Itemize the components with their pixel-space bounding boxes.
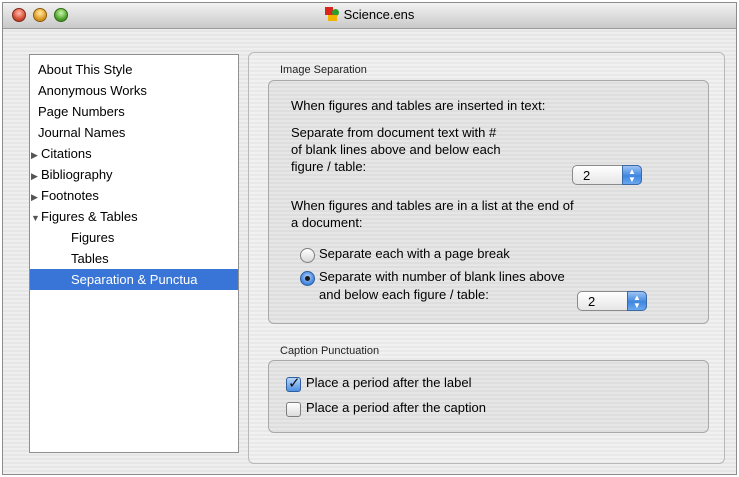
sidebar-item-anonymous-works[interactable]: Anonymous Works xyxy=(30,80,238,101)
sidebar-item-label: Figures xyxy=(71,230,115,245)
sidebar-item-citations[interactable]: ▶ Citations xyxy=(30,143,238,164)
title-bar[interactable]: Science.ens xyxy=(3,3,736,29)
window: Science.ens About This Style Anonymous W… xyxy=(2,2,737,475)
sidebar-item-label: Tables xyxy=(71,251,109,266)
style-sections-list[interactable]: About This Style Anonymous Works Page Nu… xyxy=(29,54,239,453)
window-title: Science.ens xyxy=(343,7,415,22)
blank-lines-radio-label-1[interactable]: Separate with number of blank lines abov… xyxy=(319,269,565,284)
list-blank-lines-value: 2 xyxy=(588,294,596,309)
sidebar-item-figures-tables[interactable]: ▼Figures & Tables xyxy=(30,206,238,227)
sidebar-item-label: Anonymous Works xyxy=(38,83,147,98)
sidebar-item-label: About This Style xyxy=(38,62,133,77)
disclosure-triangle-expanded-icon[interactable]: ▼ xyxy=(30,208,41,227)
sidebar-item-label: Citations xyxy=(41,146,92,161)
popup-arrows-icon: ▲ ▼ xyxy=(622,165,642,185)
caption-punctuation-title: Caption Punctuation xyxy=(280,345,380,357)
checkmark-icon: ✓ xyxy=(288,375,301,392)
sidebar-item-tables[interactable]: Tables xyxy=(30,248,238,269)
sidebar-item-figures[interactable]: Figures xyxy=(30,227,238,248)
period-after-caption-checkbox[interactable] xyxy=(286,402,301,417)
blank-lines-radio-label-2[interactable]: and below each figure / table: xyxy=(319,287,489,302)
inserted-blank-lines-value: 2 xyxy=(583,168,591,183)
sidebar-item-bibliography[interactable]: ▶ Bibliography xyxy=(30,164,238,185)
sidebar-item-label: Bibliography xyxy=(41,167,113,182)
sidebar-item-label: Journal Names xyxy=(38,125,126,140)
period-after-caption-text[interactable]: Place a period after the caption xyxy=(306,400,486,415)
list-heading-line1: When figures and tables are in a list at… xyxy=(291,198,574,213)
settings-panel: Image Separation When figures and tables… xyxy=(248,52,725,464)
sidebar-item-separation-punctuation[interactable]: Separation & Punctua xyxy=(30,269,238,290)
period-after-label-text[interactable]: Place a period after the label xyxy=(306,375,472,390)
sidebar-item-journal-names[interactable]: Journal Names xyxy=(30,122,238,143)
inserted-line2: of blank lines above and below each xyxy=(291,142,501,157)
sidebar-item-label: Page Numbers xyxy=(38,104,125,119)
window-title-wrap: Science.ens xyxy=(3,7,736,22)
blank-lines-radio[interactable] xyxy=(300,271,315,286)
page-break-radio-label[interactable]: Separate each with a page break xyxy=(319,246,510,261)
image-separation-group: When figures and tables are inserted in … xyxy=(268,80,709,324)
disclosure-triangle-icon[interactable]: ▶ xyxy=(30,187,41,206)
inserted-line3: figure / table: xyxy=(291,159,367,174)
disclosure-triangle-icon[interactable]: ▶ xyxy=(30,145,41,164)
list-heading-line2: a document: xyxy=(291,215,363,230)
period-after-label-checkbox[interactable]: ✓ xyxy=(286,375,301,392)
sidebar-item-page-numbers[interactable]: Page Numbers xyxy=(30,101,238,122)
sidebar-item-about-this-style[interactable]: About This Style xyxy=(30,59,238,80)
inserted-blank-lines-popup[interactable]: 2 ▲ ▼ xyxy=(572,165,642,185)
inserted-line1: Separate from document text with # xyxy=(291,125,497,140)
popup-arrows-icon: ▲ ▼ xyxy=(627,291,647,311)
caption-punctuation-group: ✓ Place a period after the label Place a… xyxy=(268,360,709,433)
sidebar-item-label: Figures & Tables xyxy=(41,209,138,224)
disclosure-triangle-icon[interactable]: ▶ xyxy=(30,166,41,185)
sidebar-item-label: Separation & Punctua xyxy=(71,272,198,287)
image-separation-title: Image Separation xyxy=(280,64,367,76)
page-break-radio[interactable] xyxy=(300,248,315,263)
sidebar-item-label: Footnotes xyxy=(41,188,99,203)
sidebar-item-footnotes[interactable]: ▶ Footnotes xyxy=(30,185,238,206)
endnote-style-icon xyxy=(324,7,339,21)
list-blank-lines-popup[interactable]: 2 ▲ ▼ xyxy=(577,291,647,311)
inserted-heading: When figures and tables are inserted in … xyxy=(291,98,546,113)
